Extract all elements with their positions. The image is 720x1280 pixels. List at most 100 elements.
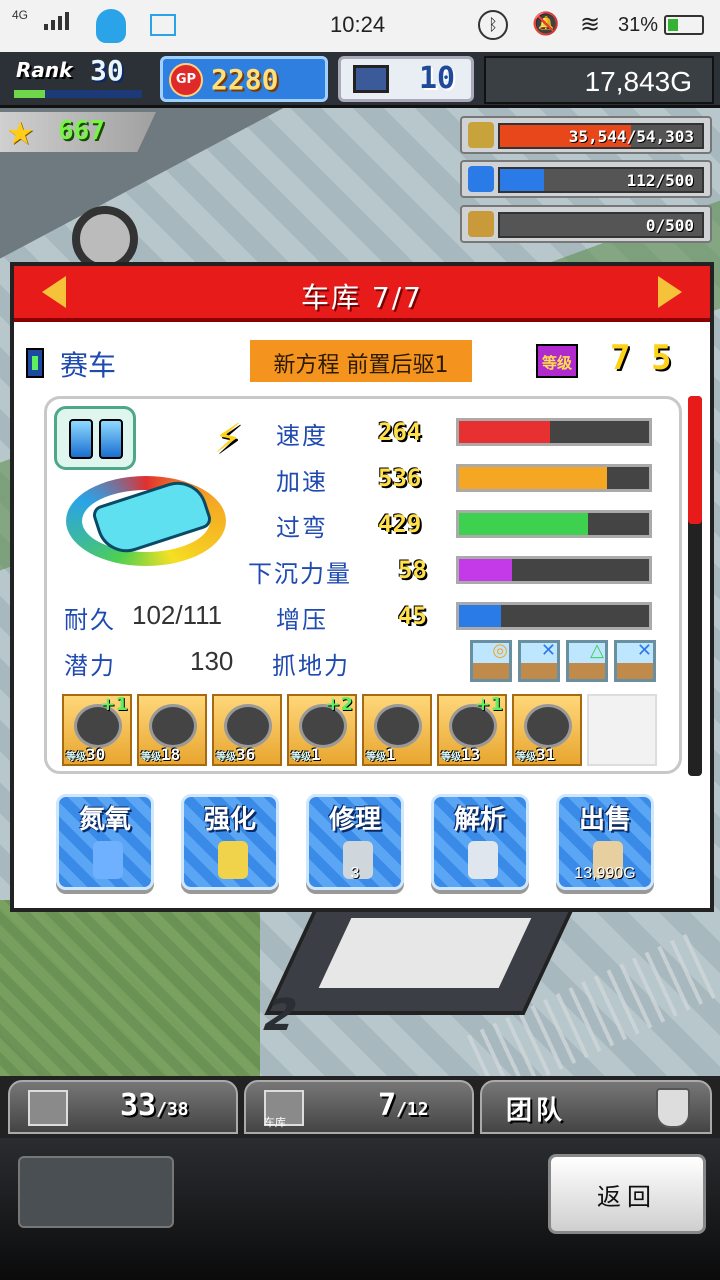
terrain-snow-icon: ✕ [614, 640, 656, 682]
action-icon [93, 841, 123, 879]
wifi-icon: ≋ [580, 10, 601, 38]
resource-1[interactable]: 112/500 [460, 160, 712, 198]
tab-parts[interactable]: 33/38 [8, 1080, 238, 1134]
level-value: 7 5 [610, 338, 672, 378]
qq-icon [96, 9, 126, 43]
resource-2[interactable]: 0/500 [460, 205, 712, 243]
suspension-part-icon[interactable]: 等级31 [512, 694, 582, 766]
battery-icon [664, 15, 704, 35]
stat-label: 加速 [276, 468, 328, 496]
resource-0[interactable]: 35,544/54,303 [460, 116, 712, 154]
next-arrow-icon[interactable] [658, 276, 682, 308]
stat-value: 429 [378, 510, 422, 538]
part-image [374, 704, 422, 748]
part-level: 等级13 [441, 745, 481, 764]
network-type: 4G [12, 8, 29, 22]
wheat-icon [468, 211, 494, 237]
signal-icon [44, 12, 69, 30]
star-icon: ★ [6, 114, 35, 152]
action-icon [468, 841, 498, 879]
empty-part-slot[interactable] [587, 694, 657, 766]
part-plus: +1 [475, 694, 503, 715]
battery-percent: 31% [618, 14, 659, 36]
scrollbar-thumb[interactable] [688, 396, 702, 524]
pit-platform-floor [318, 918, 532, 988]
level-badge: 等级 [536, 344, 578, 378]
rank-label: Rank [16, 58, 73, 82]
resource-fill [500, 169, 545, 191]
part-image [149, 704, 197, 748]
rank-value: 30 [90, 54, 124, 87]
action-label: 氮氧 [78, 805, 131, 835]
rank-display[interactable]: Rank 30 [10, 54, 142, 100]
action-icon [218, 841, 248, 879]
research-display[interactable]: 10 [338, 56, 474, 102]
action-sub: 3 [350, 865, 360, 882]
bottom-panel: 返回 [0, 1138, 720, 1280]
lightning-icon: ⚡ [214, 416, 243, 462]
action-label: 修理 [328, 805, 381, 835]
fuel-can-icon [468, 166, 494, 192]
turbo-part-icon[interactable]: +1 等级13 [437, 694, 507, 766]
fan-display[interactable]: ★ 667 [0, 112, 156, 152]
garage-tab-label: 车库 [264, 1116, 286, 1129]
part-level: 等级30 [66, 745, 106, 764]
wheel-part-icon[interactable]: 等级36 [212, 694, 282, 766]
part-level: 等级1 [366, 745, 396, 764]
car-class-icon [26, 348, 44, 378]
gp-icon: GP [169, 63, 203, 97]
stat-bar-fill [459, 513, 589, 535]
tire-part-icon[interactable]: 等级18 [137, 694, 207, 766]
info-box [18, 1156, 174, 1228]
mute-icon: 🔕 [532, 12, 560, 37]
terrain-mark: △ [590, 640, 604, 661]
box-icon [28, 1090, 68, 1126]
gp-value: 2280 [211, 63, 279, 96]
resource-bar: 35,544/54,303 [498, 123, 704, 149]
garage-header: 车库 7/7 [14, 266, 710, 322]
supercharger-part-icon[interactable]: +2 等级1 [287, 694, 357, 766]
repair-button[interactable]: 修理 3 [306, 794, 404, 890]
action-sub: 13,990G [574, 865, 636, 882]
terrain-mark: ✕ [636, 640, 652, 661]
trophy-icon [656, 1088, 690, 1128]
status-bar: 4G 10:24 ᛒ 🔕 ≋ 31% [0, 0, 720, 52]
sell-button[interactable]: 出售 13,990G [556, 794, 654, 890]
computer-icon [353, 65, 389, 93]
part-plus: +2 [325, 694, 353, 715]
garage-count: 7/12 [378, 1088, 429, 1123]
potential-value: 130 [190, 646, 234, 676]
nitro-button[interactable]: 氮氧 [56, 794, 154, 890]
stat-bar-fill [459, 421, 551, 443]
gp-display[interactable]: GP 2280 [160, 56, 328, 102]
research-value: 10 [419, 61, 456, 96]
engine-part-icon[interactable]: +1 等级30 [62, 694, 132, 766]
resource-text: 0/500 [645, 216, 694, 235]
stat-bar-fill [459, 559, 513, 581]
analyze-button[interactable]: 解析 [431, 794, 529, 890]
part-level: 等级1 [291, 745, 321, 764]
tab-team[interactable]: 团队 [480, 1080, 712, 1134]
upgrade-button[interactable]: 强化 [181, 794, 279, 890]
terrain-mark: ◎ [492, 640, 508, 661]
potential-label: 潜力 [64, 652, 116, 680]
stat-label: 下沉力量 [248, 560, 352, 588]
stat-bar [456, 602, 652, 630]
tab-garage[interactable]: 车库 7/12 [244, 1080, 474, 1134]
back-button[interactable]: 返回 [548, 1154, 706, 1234]
grass-scenery [0, 900, 260, 1080]
fuel-tank-icon [54, 406, 136, 470]
scrollbar[interactable] [688, 396, 702, 776]
chip-part-icon[interactable]: 等级1 [362, 694, 432, 766]
terrain-sunny-icon: ◎ [470, 640, 512, 682]
money-display: 17,843G [484, 56, 714, 104]
fan-value: 667 [58, 116, 105, 146]
resource-bar: 0/500 [498, 212, 704, 238]
money-value: 17,843G [584, 66, 692, 97]
stat-bar [456, 510, 652, 538]
part-image [524, 704, 572, 748]
stat-value: 536 [378, 464, 422, 492]
car-name-box[interactable]: 新方程 前置后驱1 [250, 340, 472, 382]
coin-stack-icon [468, 122, 494, 148]
part-level: 等级36 [216, 745, 256, 764]
